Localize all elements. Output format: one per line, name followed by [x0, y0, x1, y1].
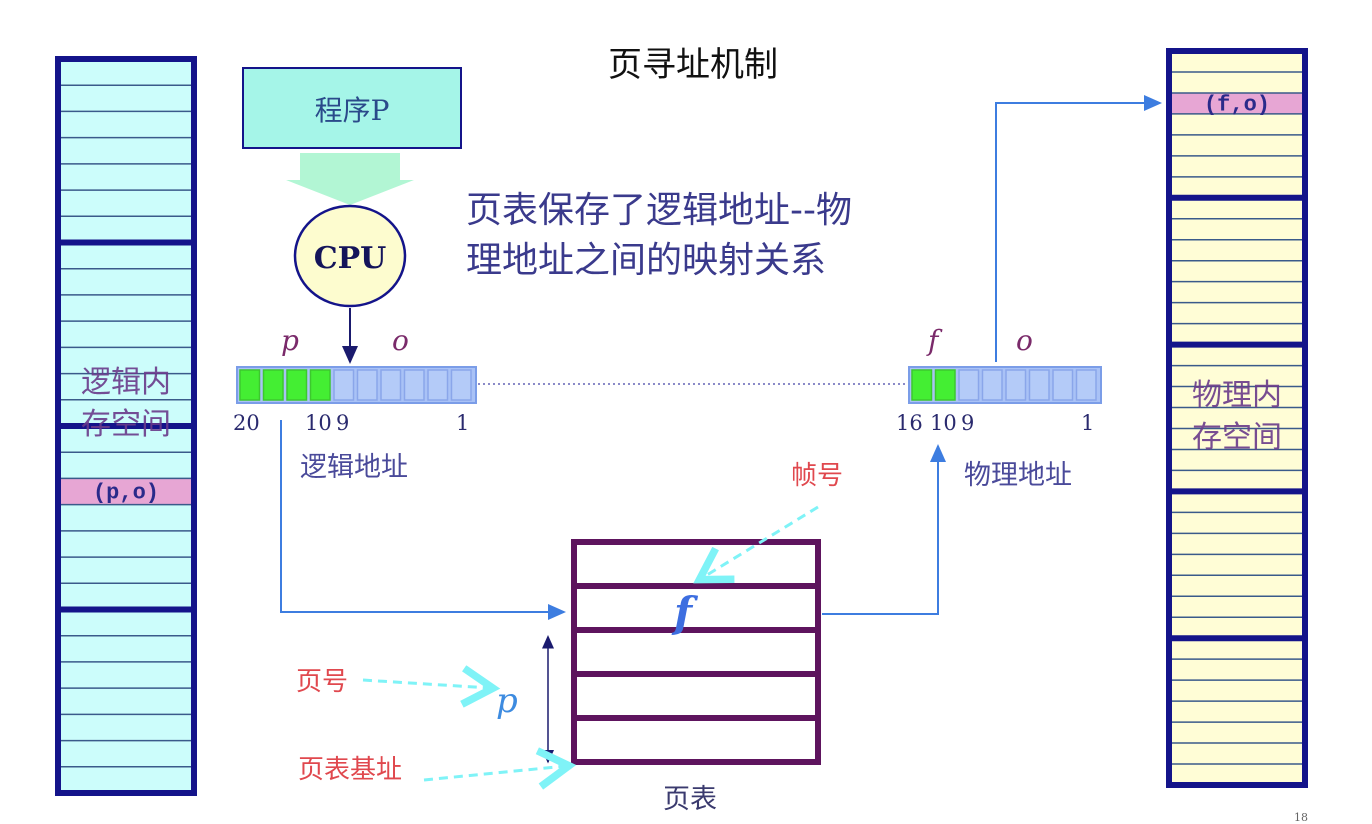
register-bit-offset — [380, 369, 402, 401]
program-box: 程序P — [242, 67, 462, 149]
offset-symbol-physical: o — [1016, 324, 1033, 357]
register-bit-offset — [1005, 369, 1027, 401]
base-address-pointer-arrow-icon — [423, 766, 566, 780]
page-index-symbol: p — [496, 681, 518, 721]
memory-outline — [1166, 48, 1308, 788]
register-bit-page — [286, 369, 308, 401]
page-number-label: 页号 — [296, 667, 348, 697]
register-bit-offset — [958, 369, 980, 401]
bit-label-10: 10 — [305, 411, 332, 435]
page-title: 页寻址机制 — [608, 45, 778, 85]
address-pair-label: (f,o) — [1204, 92, 1270, 117]
frame-number-label: 帧号 — [791, 461, 843, 491]
page-table — [571, 539, 821, 765]
register-bit-page — [239, 369, 261, 401]
frame-symbol: f — [926, 324, 943, 357]
address-pair-label: (p,o) — [93, 481, 159, 506]
bit-label-10-phys: 10 — [930, 411, 957, 435]
memory-label-line1: 物理内 — [1192, 378, 1282, 413]
page-table-base-label: 页表基址 — [298, 755, 402, 785]
big-down-arrow-icon — [286, 153, 414, 205]
bit-label-1-phys: 1 — [1081, 411, 1094, 435]
paging-diagram: 页寻址机制 (p,o) 逻辑内存空间 (f,o) 物理内存空间 程序P CPU 页表… — [55, 45, 1308, 824]
physical-memory-column: (f,o) 物理内存空间 — [1166, 48, 1308, 788]
bit-label-1: 1 — [456, 411, 469, 435]
logical-memory-column: (p,o) 逻辑内存空间 — [55, 56, 197, 796]
bit-label-9: 9 — [336, 411, 349, 435]
register-bit-page — [911, 369, 933, 401]
memory-label-line1: 逻辑内 — [81, 365, 171, 400]
page-number-to-table-arrow-icon — [280, 420, 566, 620]
offset-symbol-logical: o — [392, 324, 409, 357]
register-bit-offset — [1028, 369, 1050, 401]
register-bit-offset — [981, 369, 1003, 401]
bit-label-16: 16 — [896, 411, 923, 435]
cpu-label: CPU — [314, 241, 387, 276]
register-bit-offset — [403, 369, 425, 401]
bit-label-9-phys: 9 — [961, 411, 974, 435]
memory-label-line2: 存空间 — [81, 407, 171, 442]
bit-label-20: 20 — [233, 411, 260, 435]
annotation-line2: 理地址之间的映射关系 — [466, 240, 826, 281]
logical-address-caption: 逻辑地址 — [300, 452, 408, 483]
cpu-circle: CPU — [293, 204, 407, 308]
page-symbol: p — [281, 324, 299, 357]
physical-address-register — [908, 366, 1102, 404]
register-bit-offset — [1052, 369, 1074, 401]
register-bit-offset — [1075, 369, 1097, 401]
register-bit-offset — [333, 369, 355, 401]
page-table-outline — [571, 539, 821, 765]
slide-number: 18 — [1294, 811, 1308, 824]
register-bit-page — [262, 369, 284, 401]
physical-address-caption: 物理地址 — [964, 460, 1072, 491]
register-bit-offset — [356, 369, 378, 401]
memory-label-line2: 存空间 — [1192, 420, 1282, 455]
register-bit-offset — [427, 369, 449, 401]
page-number-pointer-arrow-icon — [362, 680, 490, 688]
register-bit-offset — [450, 369, 472, 401]
program-label: 程序P — [315, 94, 390, 127]
page-table-caption: 页表 — [663, 784, 717, 815]
register-bit-page — [934, 369, 956, 401]
annotation-line1: 页表保存了逻辑地址--物 — [466, 190, 852, 231]
register-bit-page — [309, 369, 331, 401]
logical-address-register — [236, 366, 477, 404]
